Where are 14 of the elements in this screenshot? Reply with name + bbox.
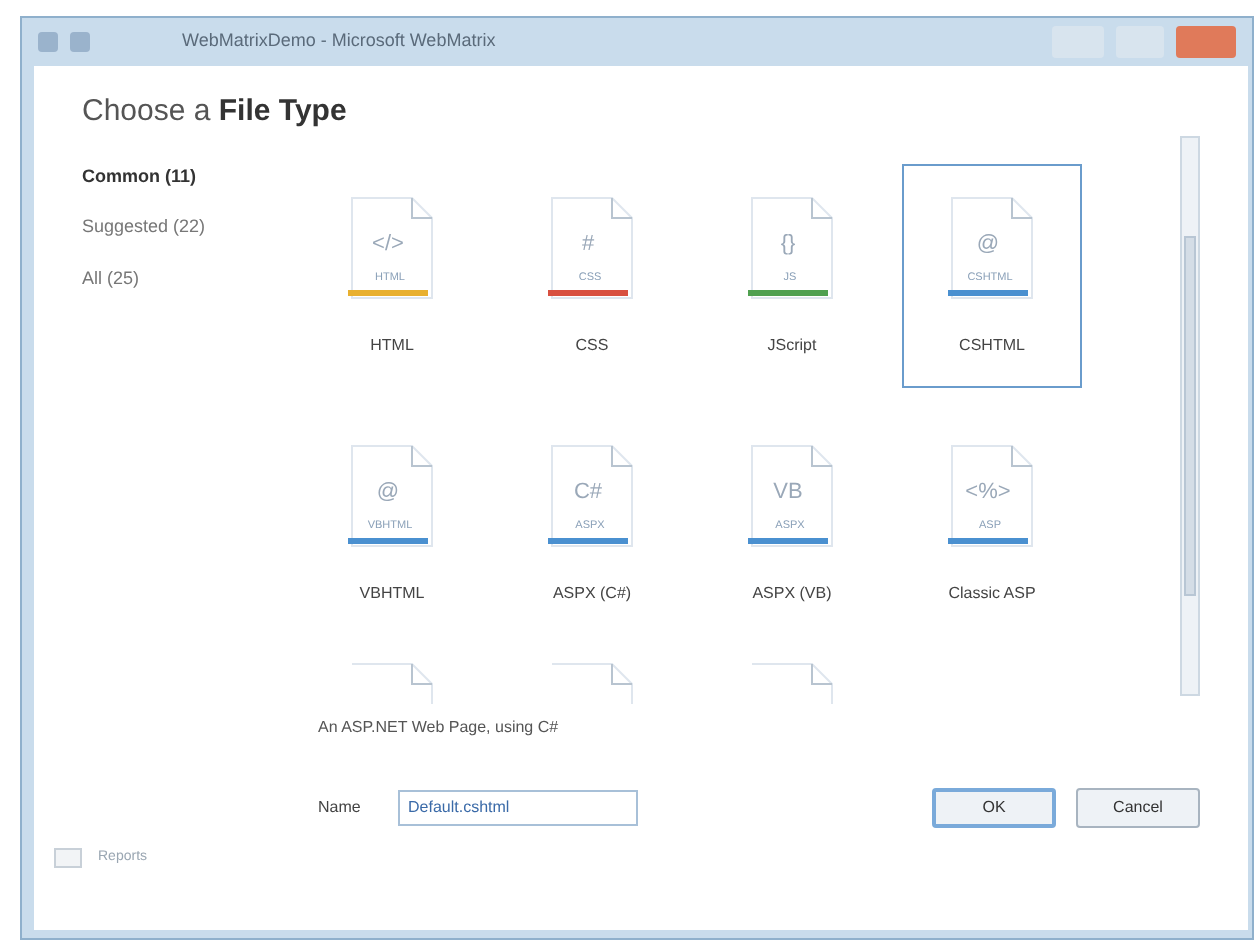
close-button[interactable] [1176,26,1236,58]
dialog-heading: Choose a File Type [82,92,349,132]
ok-button[interactable]: OK [932,787,1056,827]
category-item[interactable]: Common (11) [82,163,302,190]
scroll-thumb[interactable] [1184,235,1196,595]
name-field[interactable]: Default.cshtml [398,789,638,825]
file-type-description: An ASP.NET Web Page, using C# [318,715,561,739]
cancel-button[interactable]: Cancel [1076,787,1200,827]
scrollbar[interactable] [1180,135,1200,695]
window-title: WebMatrixDemo - Microsoft WebMatrix [182,28,498,55]
reports-icon[interactable] [54,847,82,868]
category-item[interactable]: Suggested (22) [82,214,302,241]
name-label: Name [318,795,363,819]
category-item[interactable]: All (25) [82,265,302,292]
